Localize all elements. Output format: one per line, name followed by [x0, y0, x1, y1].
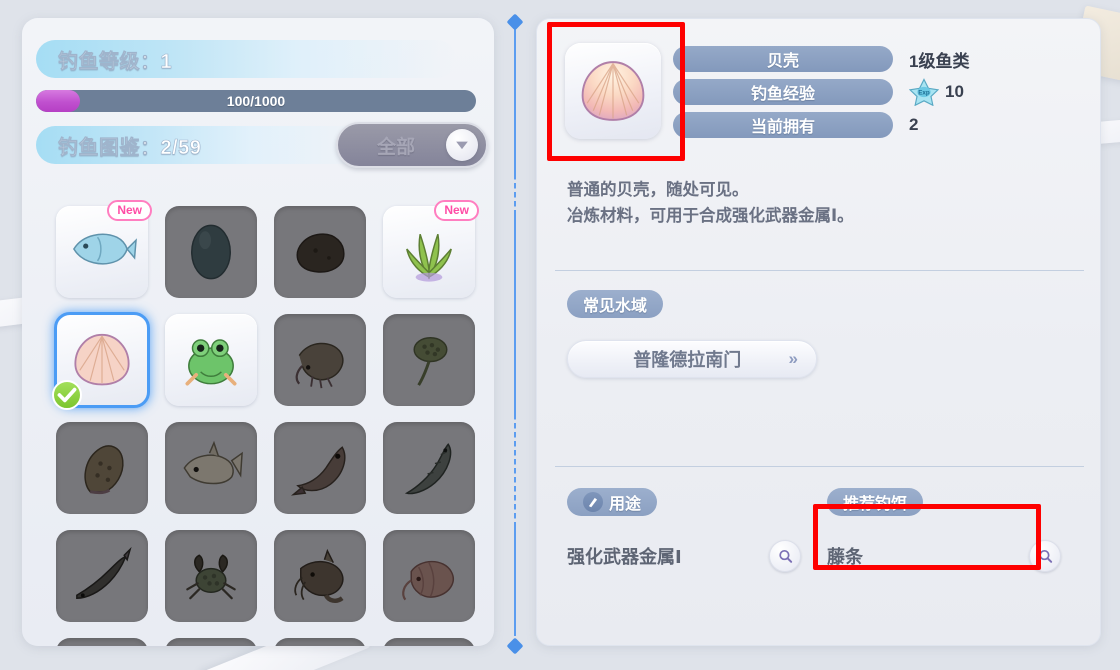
item-description-line-1: 普通的贝壳，随处可见。 [567, 181, 749, 199]
shell-icon [581, 61, 645, 121]
fish-cell-row5-a[interactable] [56, 638, 148, 646]
lobster-icon [402, 560, 454, 601]
bait-text: 推荐钓饵 [843, 496, 908, 513]
category-filter-value: 全部 [376, 136, 415, 158]
check-icon [52, 380, 82, 410]
usage-item-name: 强化武器金属Ⅰ [567, 547, 682, 567]
fish-cell-seaweed[interactable]: New [383, 200, 479, 298]
chevron-right-icon: » [788, 349, 798, 368]
item-stat-row: 贝壳 1级鱼类 [673, 45, 1083, 73]
panel-divider [506, 8, 524, 662]
fish-cell-stone[interactable] [274, 206, 366, 298]
carp-icon [183, 440, 243, 485]
chevron-down-icon[interactable] [446, 129, 478, 161]
catfish-icon [294, 548, 344, 603]
fish-cell-crab[interactable] [165, 530, 257, 622]
item-stat-label: 当前拥有 [673, 112, 893, 138]
item-stat-row: 钓鱼经验 Exp 10 [673, 78, 1083, 106]
fish-cell-carp[interactable] [165, 422, 257, 514]
seaweed-icon [406, 234, 452, 282]
section-divider [555, 466, 1084, 467]
fish-cell-conch[interactable] [56, 422, 148, 514]
craft-icon [583, 492, 603, 512]
fish-cell-frog[interactable] [165, 314, 257, 406]
fishing-level-label: 钓鱼等级：1 [58, 50, 173, 73]
usage-item-row[interactable]: 强化武器金属Ⅰ [567, 536, 807, 576]
recommended-bait-row[interactable]: 藤条 [827, 536, 1067, 576]
sturgeon-icon [404, 443, 452, 495]
lotus-icon [413, 337, 448, 386]
fish-cell-egg-dark[interactable] [165, 206, 257, 298]
item-stat-value: 2 [909, 115, 919, 134]
stone-icon [296, 233, 345, 273]
fishing-collection-panel: 钓鱼等级：1 100/1000 钓鱼图鉴：2/59 全部 New New [22, 18, 494, 646]
fish-cell-row5-d[interactable] [383, 638, 475, 646]
divider-diamond-top [506, 13, 524, 31]
common-waters-text: 常见水域 [583, 298, 648, 315]
magnifier-icon[interactable] [1029, 540, 1061, 572]
fish-cell-shell[interactable] [52, 312, 150, 410]
svg-text:Exp: Exp [918, 90, 930, 97]
item-thumbnail[interactable] [565, 43, 661, 139]
experience-progress-label: 100/1000 [226, 93, 286, 109]
fish-icon [73, 233, 137, 265]
common-waters-section-label: 常见水域 [567, 290, 664, 318]
fish-cell-lotus-pod[interactable] [383, 314, 475, 406]
item-detail-panel: 贝壳 1级鱼类 钓鱼经验 Exp 10 当前拥有 2 普通的贝壳，随处可见。 冶炼材料，可用… [536, 18, 1101, 646]
item-stat-value: Exp 10 [909, 78, 964, 106]
item-description-line-2: 冶炼材料，可用于合成强化武器金属Ⅰ。 [567, 207, 854, 226]
magnifier-icon[interactable] [769, 540, 801, 572]
location-button[interactable]: 普隆德拉南门 » [567, 340, 817, 378]
fish-cell-shrimp[interactable] [274, 314, 366, 406]
fish-cell-fish-blue[interactable]: New [56, 200, 152, 298]
crab-icon [186, 554, 236, 600]
fish-cell-eel[interactable] [56, 530, 148, 622]
collection-count-banner: 钓鱼图鉴：2/59 [36, 126, 366, 164]
new-badge: New [434, 200, 479, 222]
exp-star-icon: Exp [909, 78, 939, 106]
divider-diamond-bottom [506, 637, 524, 655]
fish-cell-row5-b[interactable] [165, 638, 257, 646]
fishing-level-banner: 钓鱼等级：1 [36, 40, 456, 78]
trout-icon [290, 446, 346, 496]
eel-icon [76, 546, 132, 599]
item-stat-label: 钓鱼经验 [673, 79, 893, 105]
usage-text: 用途 [609, 496, 642, 513]
fish-collection-grid[interactable]: New New [52, 200, 479, 646]
fish-cell-lobster[interactable] [383, 530, 475, 622]
egg-icon [191, 224, 231, 280]
fish-cell-row5-c[interactable] [274, 638, 366, 646]
item-stat-rows: 贝壳 1级鱼类 钓鱼经验 Exp 10 当前拥有 2 [673, 45, 1083, 144]
bait-section-label: 推荐钓饵 [827, 488, 924, 516]
experience-progress-bar: 100/1000 [36, 90, 476, 112]
category-filter-dropdown[interactable]: 全部 [336, 122, 488, 168]
collection-count-label: 钓鱼图鉴：2/59 [58, 136, 202, 159]
bait-item-name: 藤条 [827, 547, 863, 567]
item-stat-row: 当前拥有 2 [673, 111, 1083, 139]
fish-cell-catfish[interactable] [274, 530, 366, 622]
item-description: 普通的贝壳，随处可见。 冶炼材料，可用于合成强化武器金属Ⅰ。 [567, 177, 1077, 230]
conch-icon [84, 445, 124, 495]
fish-cell-trout[interactable] [274, 422, 366, 514]
experience-progress-fill [36, 90, 80, 112]
section-divider [555, 270, 1084, 271]
shrimp-icon [295, 342, 344, 389]
location-name: 普隆德拉南门 [633, 350, 742, 370]
new-badge: New [107, 200, 152, 222]
item-stat-label: 贝壳 [673, 46, 893, 72]
frog-icon [185, 339, 237, 386]
fish-cell-sturgeon[interactable] [383, 422, 475, 514]
usage-section-label: 用途 [567, 488, 658, 516]
item-stat-value: 1级鱼类 [909, 51, 970, 71]
